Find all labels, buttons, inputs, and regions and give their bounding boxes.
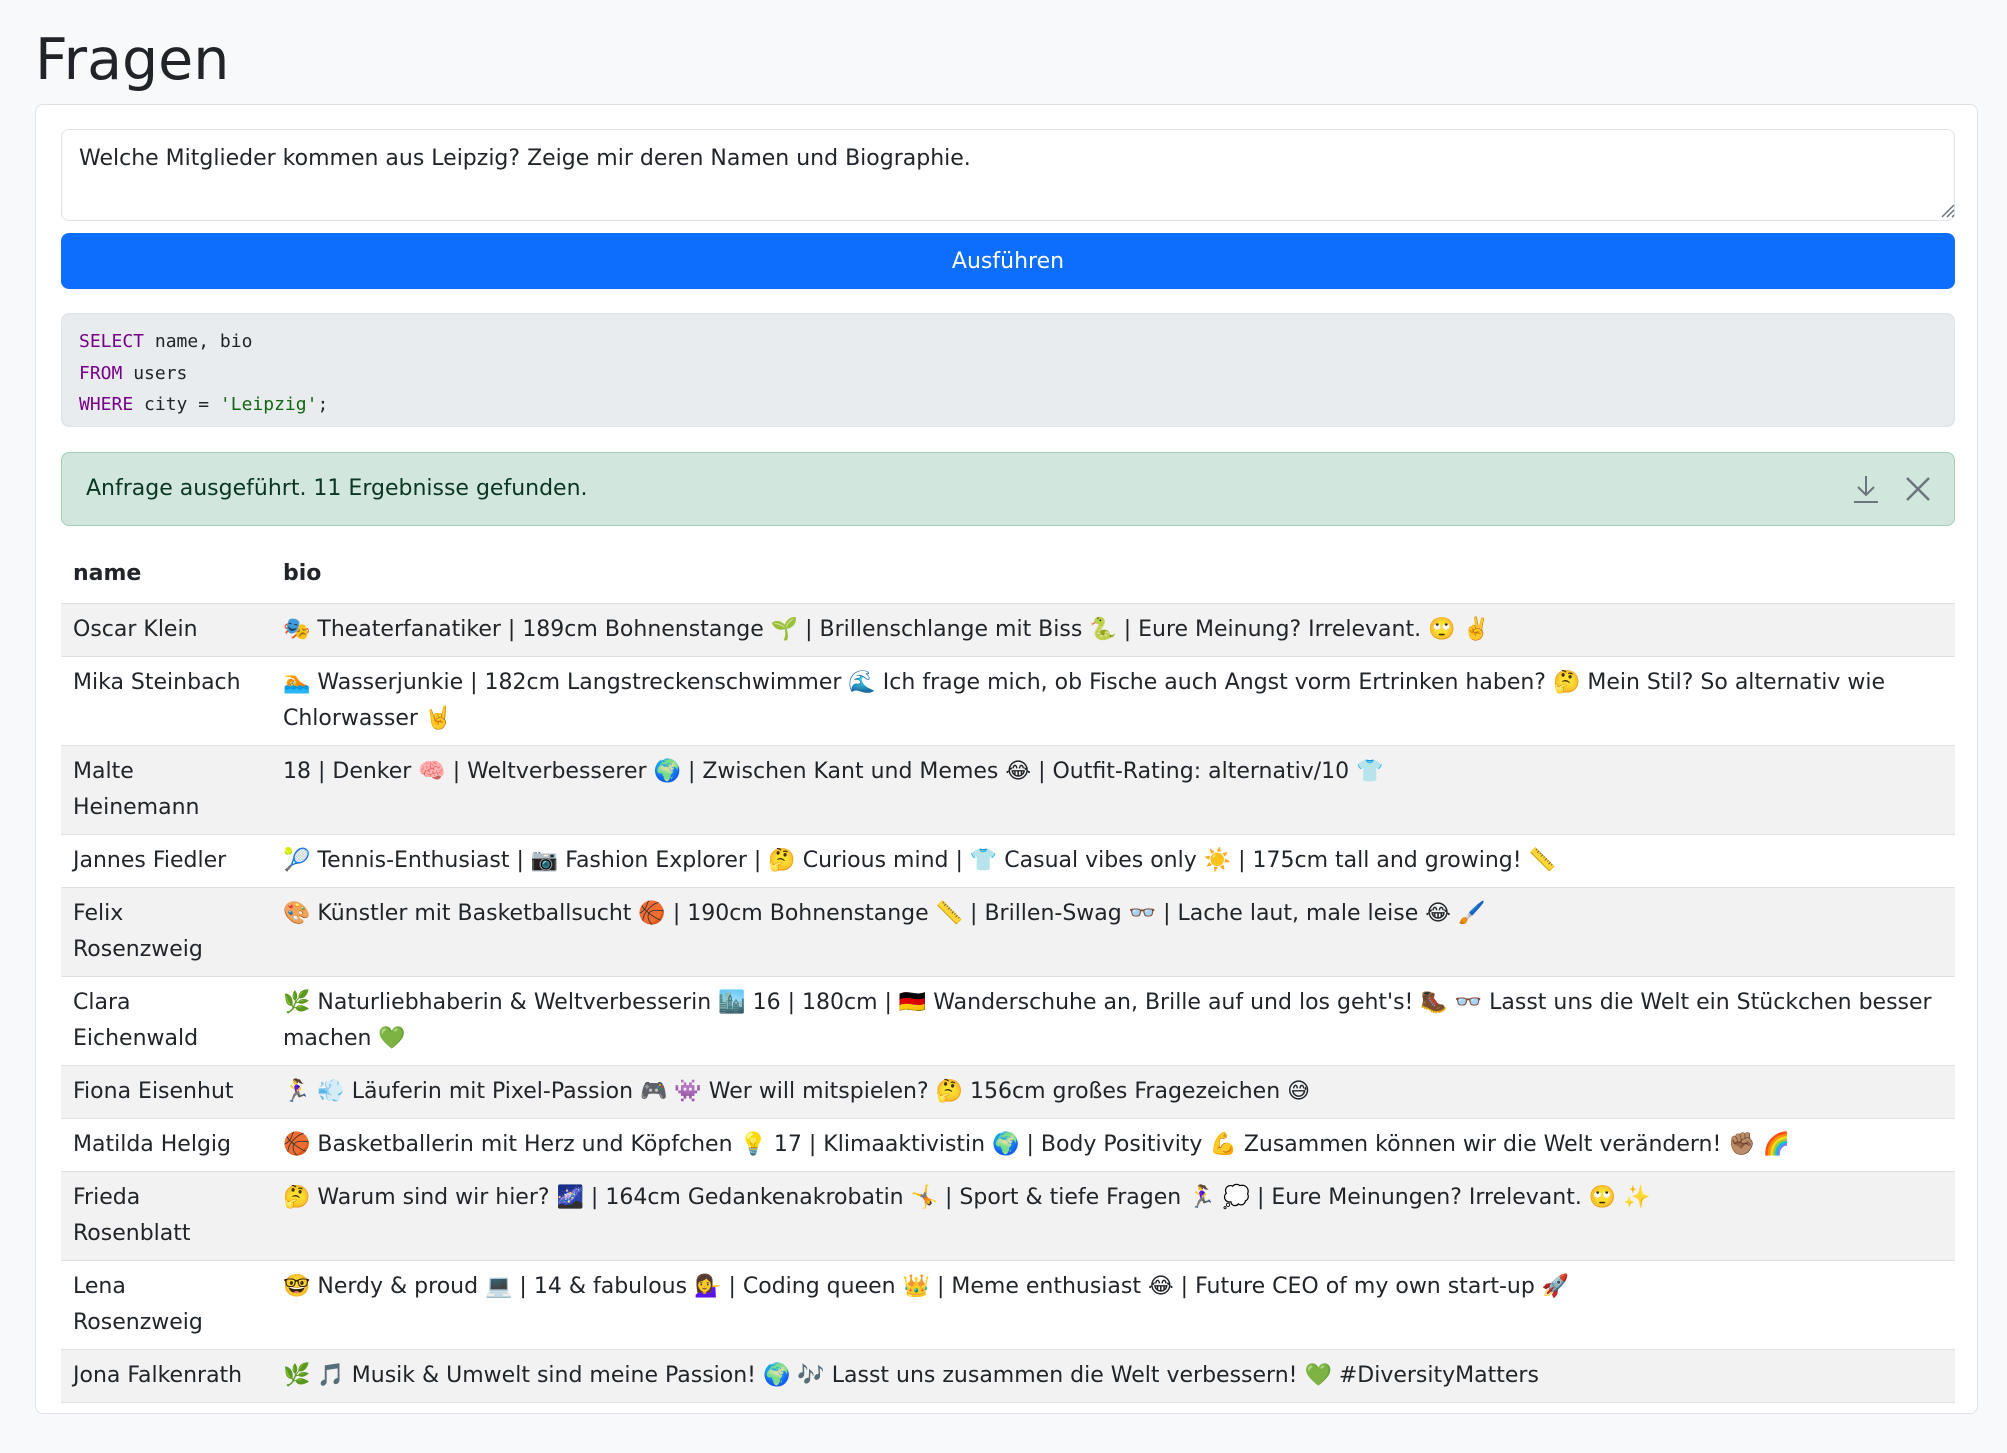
cell-bio: 🤔 Warum sind wir hier? 🌌 | 164cm Gedanke… <box>271 1171 1955 1261</box>
download-icon[interactable] <box>1850 473 1882 505</box>
table-row: Lena Rosenzweig 🤓 Nerdy & proud 💻 | 14 & … <box>61 1260 1955 1350</box>
cell-bio: 🏊 Wasserjunkie | 182cm Langstreckenschwi… <box>271 656 1955 746</box>
cell-bio: 🎭 Theaterfanatiker | 189cm Bohnenstange … <box>271 603 1955 657</box>
table-row: Malte Heinemann 18 | Denker 🧠 | Weltverbe… <box>61 745 1955 835</box>
results-body: Oscar Klein 🎭 Theaterfanatiker | 189cm Bo… <box>61 603 1955 1403</box>
cell-name: Lena Rosenzweig <box>61 1260 271 1350</box>
cell-name: Matilda Helgig <box>61 1118 271 1172</box>
cell-bio: 18 | Denker 🧠 | Weltverbesserer 🌍 | Zwis… <box>271 745 1955 835</box>
run-button[interactable]: Ausführen <box>61 233 1955 289</box>
table-row: Fiona Eisenhut 🏃‍♀️ 💨 Läuferin mit Pixel-… <box>61 1065 1955 1119</box>
table-row: Oscar Klein 🎭 Theaterfanatiker | 189cm Bo… <box>61 603 1955 657</box>
sql-text: ; <box>317 394 329 415</box>
question-input[interactable]: Welche Mitglieder kommen aus Leipzig? Ze… <box>61 129 1955 221</box>
table-row: Mika Steinbach 🏊 Wasserjunkie | 182cm Lan… <box>61 656 1955 746</box>
cell-bio: 🎨 Künstler mit Basketballsucht 🏀 | 190cm… <box>271 887 1955 977</box>
table-row: Felix Rosenzweig 🎨 Künstler mit Basketbal… <box>61 887 1955 977</box>
table-row: Clara Eichenwald 🌿 Naturliebhaberin & Wel… <box>61 976 1955 1066</box>
cell-name: Jannes Fiedler <box>61 834 271 888</box>
sql-text: users <box>122 362 188 384</box>
sql-keyword: SELECT <box>79 331 145 352</box>
cell-bio: 🎾 Tennis-Enthusiast | 📷 Fashion Explorer… <box>271 834 1955 888</box>
cell-bio: 🌿 🎵 Musik & Umwelt sind meine Passion! 🌍… <box>271 1349 1955 1403</box>
cell-bio: 🤓 Nerdy & proud 💻 | 14 & fabulous 💁‍♀️ |… <box>271 1260 1955 1350</box>
page-title: Fragen <box>35 27 230 93</box>
sql-keyword: FROM <box>79 362 123 384</box>
sql-keyword: WHERE <box>79 394 134 415</box>
cell-bio: 🌿 Naturliebhaberin & Weltverbesserin 🏙️ … <box>271 976 1955 1066</box>
sql-string: 'Leipzig' <box>219 394 318 415</box>
results-header: name bio <box>61 545 1955 604</box>
close-icon[interactable] <box>1902 473 1934 505</box>
cell-name: Fiona Eisenhut <box>61 1065 271 1119</box>
table-row: Matilda Helgig 🏀 Basketballerin mit Herz … <box>61 1118 1955 1172</box>
sql-text: name, bio <box>144 331 253 352</box>
cell-name: Clara Eichenwald <box>61 976 271 1066</box>
table-row: Frieda Rosenblatt 🤔 Warum sind wir hier? … <box>61 1171 1955 1261</box>
cell-bio: 🏀 Basketballerin mit Herz und Köpfchen 💡… <box>271 1118 1955 1172</box>
resize-grip-icon[interactable] <box>1936 199 1956 219</box>
cell-name: Malte Heinemann <box>61 745 271 835</box>
cell-name: Frieda Rosenblatt <box>61 1171 271 1261</box>
cell-name: Felix Rosenzweig <box>61 887 271 977</box>
sql-text: city = <box>133 394 220 415</box>
query-card: Welche Mitglieder kommen aus Leipzig? Ze… <box>35 104 1978 1414</box>
cell-bio: 🏃‍♀️ 💨 Läuferin mit Pixel-Passion 🎮 👾 We… <box>271 1065 1955 1119</box>
cell-name: Jona Falkenrath <box>61 1349 271 1403</box>
alert-message: Anfrage ausgeführt. 11 Ergebnisse gefund… <box>86 476 588 501</box>
table-row: Jona Falkenrath 🌿 🎵 Musik & Umwelt sind m… <box>61 1349 1955 1403</box>
sql-code-block: SELECT name, bio FROM users WHERE city =… <box>61 313 1955 427</box>
table-row: Jannes Fiedler 🎾 Tennis-Enthusiast | 📷 Fa… <box>61 834 1955 888</box>
results-table: name bio Oscar Klein 🎭 Theaterfanatiker |… <box>61 545 1955 1403</box>
column-header-bio: bio <box>271 545 1955 604</box>
cell-name: Mika Steinbach <box>61 656 271 746</box>
column-header-name: name <box>61 545 271 604</box>
cell-name: Oscar Klein <box>61 603 271 657</box>
success-alert: Anfrage ausgeführt. 11 Ergebnisse gefund… <box>61 452 1955 526</box>
